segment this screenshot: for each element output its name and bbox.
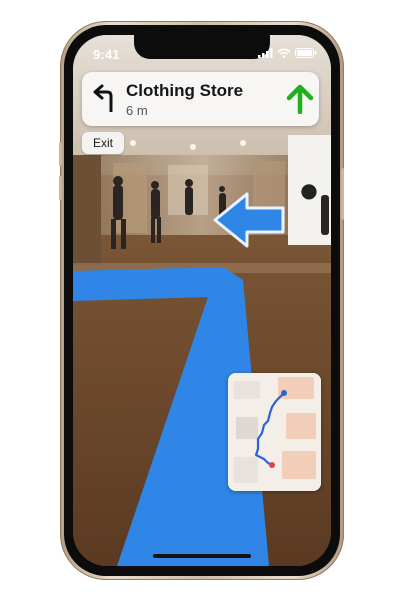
apple-logo-icon: ● xyxy=(300,178,317,202)
home-indicator[interactable] xyxy=(153,554,251,558)
side-button xyxy=(341,168,344,220)
navigation-banner: Clothing Store 6 m xyxy=(82,72,319,126)
status-time: 9:41 xyxy=(93,47,120,62)
ceiling-light xyxy=(190,144,196,150)
straight-ahead-arrow-icon xyxy=(286,84,314,114)
left-column xyxy=(73,155,101,265)
destination-name: Clothing Store xyxy=(126,81,244,100)
status-icons xyxy=(258,48,317,58)
notch xyxy=(134,35,270,59)
current-location-dot xyxy=(281,390,287,396)
device-mockup: ● 9:41 Clothing Store 6 m Exit xyxy=(0,0,407,596)
volume-button xyxy=(59,176,62,200)
destination-pin-icon xyxy=(269,462,275,468)
volume-button xyxy=(59,142,62,166)
mini-map[interactable] xyxy=(228,373,321,491)
turn-left-arrow-icon xyxy=(93,84,113,112)
exit-button[interactable]: Exit xyxy=(82,132,124,154)
mini-map-drawing xyxy=(228,373,321,491)
cellular-signal-icon xyxy=(258,48,273,58)
battery-icon xyxy=(295,48,317,58)
ceiling-light xyxy=(240,140,246,146)
ceiling-light xyxy=(130,140,136,146)
left-arrow-icon xyxy=(213,192,285,248)
wifi-icon xyxy=(277,48,291,58)
distance-remaining: 6 m xyxy=(126,103,148,118)
phone-screen: ● 9:41 Clothing Store 6 m Exit xyxy=(73,35,331,566)
